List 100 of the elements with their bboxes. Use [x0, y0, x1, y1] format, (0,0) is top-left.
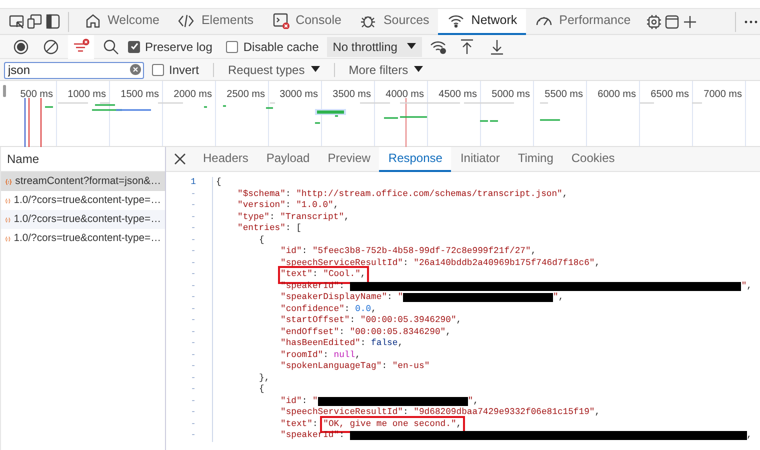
- line-number: -: [166, 269, 213, 280]
- line-number: -: [166, 223, 213, 234]
- code-text: "hasBeenEdited": false,: [280, 338, 404, 350]
- caret-icon: [310, 66, 320, 73]
- code-text: "startOffset": "00:00:05.3946290",: [280, 315, 462, 326]
- code-text: },: [259, 372, 270, 384]
- tab[interactable]: Welcome: [74, 8, 168, 34]
- tick-label: 5000 ms: [481, 81, 534, 146]
- code-text: "id": ": [280, 396, 318, 407]
- tick-label: 2500 ms: [216, 81, 269, 146]
- line-number: -: [166, 315, 213, 326]
- record-icon[interactable]: [12, 38, 30, 55]
- tick-label: 4500 ms: [428, 81, 481, 146]
- checkbox[interactable]: Invert: [152, 60, 200, 78]
- tab[interactable]: Cookies: [562, 146, 624, 172]
- tick-label: 5500 ms: [534, 81, 587, 146]
- request-row[interactable]: 1.0/?cors=true&content-type=…: [1, 229, 165, 248]
- code-text: "type": "Transcript",: [238, 212, 350, 223]
- line-number: 1: [166, 177, 213, 188]
- code-text: ",: [553, 292, 564, 304]
- filter-field[interactable]: json: [4, 62, 144, 78]
- request-row[interactable]: 1.0/?cors=true&content-type=…: [1, 210, 165, 229]
- code-text: ,: [746, 430, 752, 442]
- line-number: -: [166, 234, 213, 246]
- tab[interactable]: Initiator: [451, 146, 509, 172]
- tab[interactable]: Elements: [168, 8, 263, 34]
- line-number: -: [166, 361, 213, 372]
- filter-dropdown[interactable]: Request types: [222, 60, 326, 78]
- code-text: "speakerDisplayName": ": [280, 292, 404, 304]
- tab[interactable]: Console: [262, 8, 350, 34]
- line-number: -: [166, 350, 213, 361]
- line-number: -: [166, 326, 213, 338]
- tab[interactable]: Performance: [526, 8, 640, 34]
- code-text: "version": "1.0.0",: [238, 200, 339, 212]
- code-text: "$schema": "http://stream.office.com/schemas/transcript.json",: [238, 188, 568, 200]
- code-text: ",: [468, 396, 478, 407]
- tab[interactable]: Preview: [318, 146, 380, 172]
- tick-label: 4000 ms: [375, 81, 428, 146]
- tick-label: 1000 ms: [57, 81, 110, 146]
- clear-icon[interactable]: [42, 38, 60, 55]
- tick-label: 6000 ms: [587, 81, 640, 146]
- check-icon: [130, 42, 138, 51]
- code-text: {: [259, 384, 264, 396]
- close-icon[interactable]: [173, 152, 187, 166]
- code-text: "speechServiceResultId": "26a140bddb2a40969b175f746d7f18c6",: [280, 258, 600, 269]
- request-row[interactable]: streamContent?format=json&…: [1, 172, 165, 191]
- highlight-box: "text": "Cool.",: [280, 269, 366, 280]
- code-text: "id": "5feec3b8-752b-4b58-99df-72c8e999f21f/27",: [280, 246, 536, 258]
- code-text: ",: [741, 280, 752, 292]
- chip-icon[interactable]: [645, 13, 664, 30]
- request-row[interactable]: 1.0/?cors=true&content-type=…: [1, 191, 165, 210]
- code-text: "endOffset": "00:00:05.8346290",: [280, 326, 451, 338]
- filter-dropdown[interactable]: More filters: [342, 60, 430, 78]
- tick-label: 6500 ms: [640, 81, 693, 146]
- line-number: -: [166, 418, 213, 430]
- code-text: {: [259, 234, 264, 246]
- tab[interactable]: Network: [438, 8, 526, 34]
- tab[interactable]: Response: [379, 146, 452, 172]
- tick-label: 2000 ms: [163, 81, 216, 146]
- line-number: -: [166, 200, 213, 212]
- tab[interactable]: Payload: [257, 146, 319, 172]
- code-icon: [177, 12, 196, 29]
- line-number: -: [166, 212, 213, 223]
- caret-icon: [407, 43, 416, 50]
- code-text: "speechServiceResultId": "9d68209dbaa7429e9332f06e81c15f19",: [280, 407, 600, 418]
- line-number: -: [166, 280, 213, 292]
- line-number: -: [166, 407, 213, 418]
- line-number: -: [166, 430, 213, 442]
- clear-icon[interactable]: [130, 64, 141, 75]
- highlight-box: "OK, give me one second.",: [323, 418, 462, 430]
- column-header: Name: [7, 151, 40, 168]
- code-text: "spokenLanguageTag": "en-us": [280, 361, 430, 372]
- line-number: -: [166, 304, 213, 315]
- caret-icon: [414, 66, 424, 73]
- checkbox[interactable]: Disable cache: [226, 38, 319, 56]
- line-number: -: [166, 258, 213, 269]
- tick-label: 7000 ms: [693, 81, 746, 146]
- tab[interactable]: Sources: [350, 8, 438, 34]
- line-number: -: [166, 246, 213, 258]
- device-icon[interactable]: [26, 13, 44, 30]
- window-icon[interactable]: [663, 13, 682, 30]
- inspect-icon[interactable]: [8, 13, 26, 30]
- code-text: "speakerId":: [280, 430, 346, 442]
- house-icon: [84, 12, 102, 29]
- dock-icon[interactable]: [44, 13, 62, 30]
- line-number: -: [166, 372, 213, 384]
- line-number: -: [166, 292, 213, 304]
- console-icon: [272, 12, 290, 29]
- line-number: -: [166, 396, 213, 407]
- tab[interactable]: Headers: [194, 146, 258, 172]
- code-text: "entries": [: [238, 223, 302, 234]
- code-text: {: [216, 177, 222, 188]
- checkbox[interactable]: Preserve log: [128, 38, 212, 56]
- tab[interactable]: Timing: [508, 146, 562, 172]
- line-number: -: [166, 188, 213, 200]
- code-text: "confidence": 0.0,: [280, 304, 376, 315]
- search-icon[interactable]: [102, 38, 120, 55]
- throttling-dropdown[interactable]: No throttling: [326, 36, 422, 56]
- line-number: -: [166, 384, 213, 396]
- line-number: -: [166, 338, 213, 350]
